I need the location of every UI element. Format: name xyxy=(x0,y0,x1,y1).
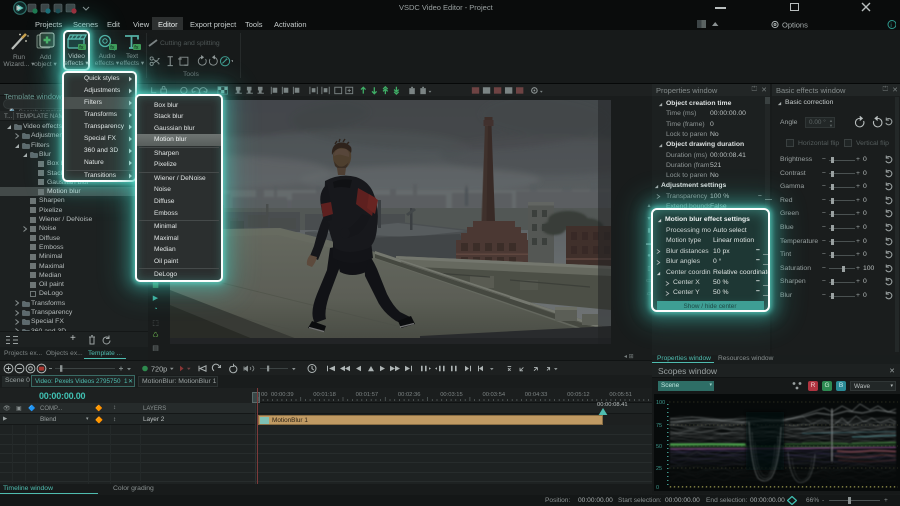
svg-text:100: 100 xyxy=(656,400,665,406)
svg-text:25: 25 xyxy=(656,466,662,472)
svg-text:fx: fx xyxy=(134,45,139,51)
svg-text:50: 50 xyxy=(656,444,662,450)
svg-text:i: i xyxy=(890,22,891,29)
svg-text:fx: fx xyxy=(79,45,84,51)
svg-text:fx: fx xyxy=(110,45,115,51)
svg-text:720p: 720p xyxy=(151,364,167,373)
svg-text:0: 0 xyxy=(656,485,659,491)
svg-text:75: 75 xyxy=(656,423,662,429)
svg-text:Options: Options xyxy=(782,20,808,29)
